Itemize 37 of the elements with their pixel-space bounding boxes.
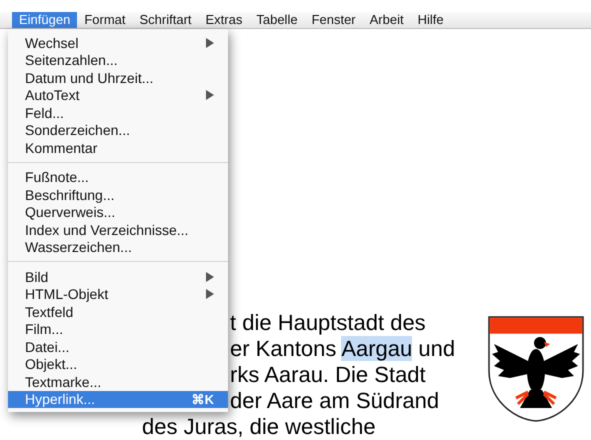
body-text-line: des Juras, die westliche — [142, 414, 376, 440]
submenu-arrow-icon — [206, 38, 214, 48]
menu-item[interactable]: Datum und Uhrzeit... — [8, 69, 228, 86]
menu-bar-item[interactable]: Tabelle — [249, 12, 305, 28]
menu-item[interactable]: Datei... — [8, 338, 228, 356]
menu-bar-item[interactable]: Hilfe — [410, 12, 451, 28]
menu-item[interactable]: Textfeld — [8, 303, 228, 320]
menu-item[interactable]: AutoText — [8, 86, 228, 104]
menu-item[interactable]: Seitenzahlen... — [8, 52, 228, 69]
menu-item[interactable]: Kommentar — [8, 139, 228, 156]
body-text-line: t die Hauptstadt des — [230, 310, 426, 336]
submenu-arrow-icon — [206, 90, 214, 100]
submenu-arrow-icon — [206, 272, 214, 282]
menu-item[interactable]: Film... — [8, 320, 228, 338]
menu-item[interactable]: Querverweis... — [8, 204, 228, 221]
menu-item[interactable]: HTML-Objekt — [8, 286, 228, 303]
menu-item[interactable]: Wechsel — [8, 34, 228, 52]
menu-bar-item[interactable]: Format — [77, 12, 132, 28]
menu-item[interactable]: Textmarke... — [8, 373, 228, 390]
menu-item[interactable]: Objekt... — [8, 356, 228, 373]
submenu-arrow-icon — [206, 289, 214, 300]
body-text-line: er Kantons Aargau und — [230, 336, 456, 362]
body-text-line: der Aare am Südrand — [230, 388, 440, 414]
menu-bar-item[interactable]: Einfügen — [12, 12, 78, 28]
menu-item[interactable]: Hyperlink... ⌘K — [8, 390, 228, 408]
menu-item[interactable]: Bild — [8, 268, 228, 286]
menu-bar-item[interactable]: Extras — [198, 12, 250, 28]
menu-item[interactable]: Fußnote... — [8, 168, 228, 186]
body-text-line: rks Aarau. Die Stadt — [230, 362, 426, 388]
menu-item[interactable]: Beschriftung... — [8, 186, 228, 204]
menu-bar-item[interactable]: Schriftart — [132, 12, 199, 28]
menu-bar-item[interactable]: Arbeit — [362, 12, 411, 28]
menu-item[interactable]: Wasserzeichen... — [8, 238, 228, 256]
menu-item[interactable]: Sonderzeichen... — [8, 122, 228, 139]
menu-item[interactable]: Feld... — [8, 104, 228, 122]
menu-item[interactable]: Index und Verzeichnisse... — [8, 221, 228, 238]
menu-bar-item[interactable]: Fenster — [304, 12, 363, 28]
